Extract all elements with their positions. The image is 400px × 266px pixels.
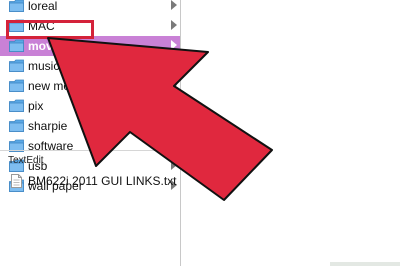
pointer-arrow-icon <box>47 37 273 201</box>
